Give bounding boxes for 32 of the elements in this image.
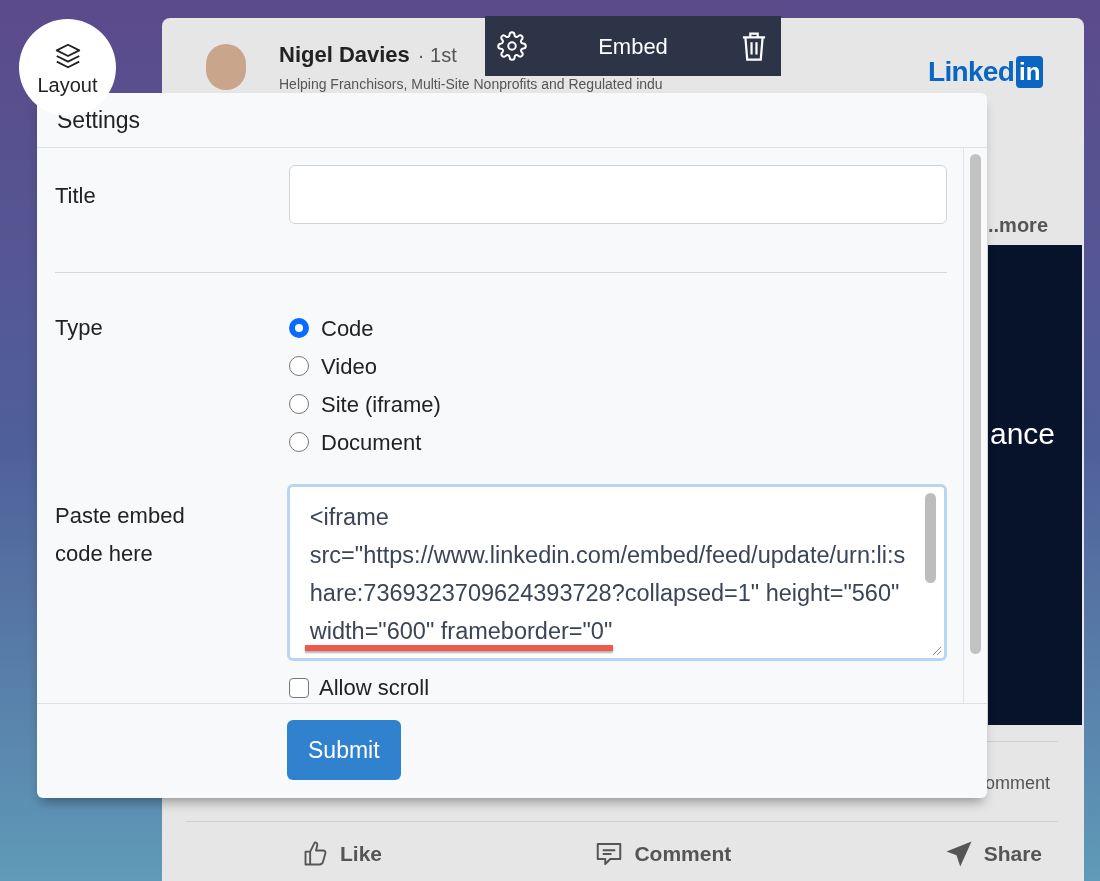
radio-label: Site (iframe) (321, 390, 441, 419)
title-input-field[interactable] (289, 165, 947, 224)
resize-grip-icon[interactable] (930, 644, 942, 656)
photo-placeholder (206, 44, 246, 90)
radio-button[interactable] (289, 432, 309, 452)
comment-action-button[interactable]: Comment (594, 838, 732, 870)
comment-count[interactable]: omment (985, 770, 1051, 797)
more-link[interactable]: ..more (988, 210, 1049, 240)
submit-button[interactable]: Submit (287, 720, 401, 780)
field-label: Paste embed code here (55, 503, 185, 566)
toolbar-title: Embed (598, 32, 668, 61)
media-text: ance (990, 416, 1056, 452)
author-headline: Helping Franchisors, Multi-Site Nonprofits and Regulated indu (279, 76, 663, 92)
radio-button[interactable] (289, 318, 309, 338)
field-label: Type (55, 315, 103, 340)
checkbox-label: Allow scroll (319, 674, 430, 702)
embed-code-field[interactable]: <iframe src="https://www.linkedin.com/embed/feed/update/urn:li:share:7369323709624393728?collapsed=1" height="560" width="600" frameborder="0" (286, 484, 947, 661)
checkbox[interactable] (289, 677, 309, 698)
radio-label: Video (321, 352, 377, 381)
radio-button[interactable] (289, 394, 309, 414)
like-action-button[interactable]: Like (302, 838, 383, 870)
settings-icon[interactable] (497, 31, 527, 61)
share-action-button[interactable]: Share (943, 838, 1042, 870)
author-name[interactable]: Nigel Davies (279, 38, 410, 71)
linkedin-logo: Linked in (928, 54, 1044, 90)
scrollbar-thumb[interactable] (925, 493, 936, 583)
scrollbar-thumb[interactable] (970, 154, 981, 654)
radio-button[interactable] (289, 356, 309, 376)
connection-degree: · 1st (417, 43, 457, 68)
field-label: Title (55, 183, 96, 208)
radio-label: Document (321, 428, 422, 457)
radio-label: Code (321, 314, 374, 343)
